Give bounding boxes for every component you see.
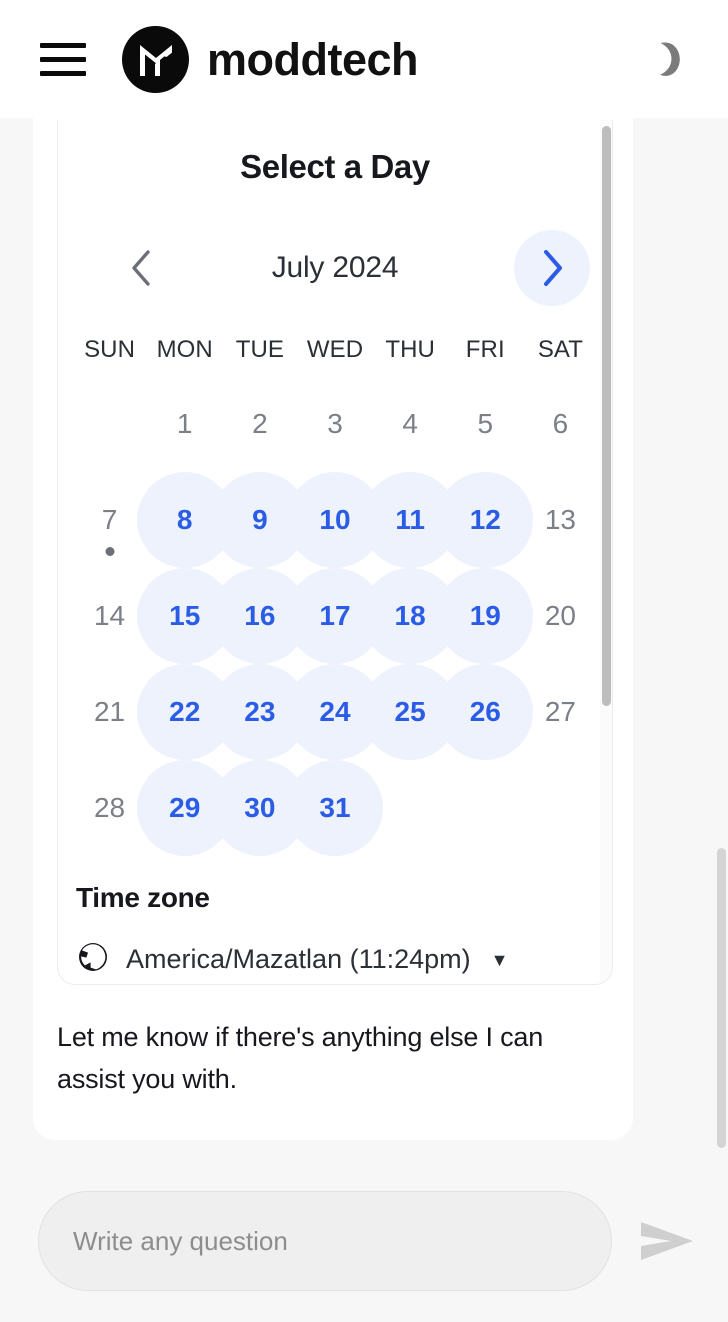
moddtech-logo-icon (122, 25, 189, 93)
caret-down-icon[interactable]: ▼ (491, 951, 509, 969)
calendar-day-number: 21 (93, 696, 126, 727)
timezone-selector[interactable]: America/Mazatlan (11:24pm) ▼ (76, 940, 594, 979)
calendar-day-number: 17 (319, 600, 351, 631)
moon-icon[interactable] (644, 34, 694, 84)
calendar-day-disabled: 1 (147, 376, 222, 472)
calendar-day-grid[interactable]: 1 2 3 4 5 6 7 8 9 10 11 12 13 14 15 16 17 18 19 20 21 22 23 24 2… (58, 376, 612, 856)
calendar-day-number: 6 (552, 408, 569, 439)
weekday-label: SAT (537, 336, 584, 363)
calendar-day-number: 19 (469, 600, 501, 631)
timezone-heading: Time zone (76, 882, 210, 913)
composer-bar (0, 1160, 728, 1322)
page-scrollbar-thumb[interactable] (717, 848, 726, 1148)
calendar-day-disabled: 2 (222, 376, 297, 472)
calendar-day-number: 31 (319, 792, 351, 823)
calendar-day-number: 14 (93, 600, 126, 631)
chat-scroll-area[interactable]: Select a Day July 2024 SUN MON TUE WED THU FR… (0, 118, 728, 1160)
calendar-day-number: 2 (252, 408, 268, 439)
next-month-button[interactable] (514, 230, 590, 306)
calendar-week-row: 21 22 23 24 25 26 27 (72, 664, 598, 760)
calendar-day-number: 16 (244, 600, 276, 631)
assistant-message-text: Let me know if there's anything else I c… (57, 1022, 544, 1094)
brand-name: moddtech (207, 33, 419, 85)
calendar-day-disabled: 13 (523, 472, 598, 568)
hamburger-menu-icon[interactable] (40, 40, 86, 78)
calendar-day-available[interactable]: 31 (286, 760, 383, 856)
send-icon[interactable] (636, 1210, 698, 1272)
calendar-day-number: 28 (93, 792, 126, 823)
calendar-day-number: 11 (395, 504, 425, 535)
calendar-day-disabled: 4 (373, 376, 448, 472)
calendar-week-row: 1 2 3 4 5 6 (72, 376, 598, 472)
calendar-day-number: 27 (544, 696, 576, 727)
hamburger-bar (40, 56, 86, 62)
calendar-day-number: 23 (244, 696, 276, 727)
calendar-day-number: 10 (319, 504, 351, 535)
calendar-day-available[interactable]: 19 (437, 568, 534, 664)
month-navigation: July 2024 (58, 230, 612, 306)
calendar-day-number: 24 (319, 696, 351, 727)
calendar-day-number: 4 (402, 408, 418, 439)
calendar-day-disabled: 6 (523, 376, 598, 472)
calendar-day-number: 5 (477, 408, 494, 439)
calendar-day-number: 12 (469, 504, 501, 535)
weekday-label: TUE (235, 336, 284, 363)
hamburger-bar (40, 70, 86, 76)
calendar-day-number: 9 (252, 504, 268, 535)
calendar-day-number: 13 (544, 504, 576, 535)
calendar-day-number: 30 (244, 792, 276, 823)
calendar-day-number: 26 (469, 696, 501, 727)
calendar-day-number: 1 (176, 408, 193, 439)
app-header: moddtech (0, 0, 728, 118)
calendar-day-disabled: 5 (448, 376, 523, 472)
calendar-day-number: 3 (327, 408, 343, 439)
calendar-week-row: 7 8 9 10 11 12 13 (72, 472, 598, 568)
calendar-day-number: 15 (169, 600, 201, 631)
prev-month-button[interactable] (104, 230, 180, 306)
weekday-label: MON (156, 336, 213, 363)
calendar-day-number: 18 (394, 600, 426, 631)
calendar-day-number: 25 (394, 696, 426, 727)
calendar-scrollbar[interactable] (600, 120, 612, 984)
globe-icon (76, 940, 110, 979)
calendar-day-available[interactable]: 26 (437, 664, 534, 760)
message-input[interactable] (38, 1191, 612, 1291)
calendar-week-row: 28 29 30 31 (72, 760, 598, 856)
timezone-block: Time zone America/Mazatlan (11:24pm) ▼ (58, 882, 612, 979)
calendar-day-available[interactable]: 12 (437, 472, 534, 568)
page-scrollbar[interactable] (714, 118, 728, 1160)
calendar-week-row: 14 15 16 17 18 19 20 (72, 568, 598, 664)
weekday-label: THU (385, 336, 435, 363)
timezone-value: America/Mazatlan (11:24pm) (126, 944, 471, 974)
weekday-label: FRI (465, 336, 505, 363)
brand-group[interactable]: moddtech (122, 25, 644, 93)
calendar-day-number: 8 (176, 504, 193, 535)
calendar-day-number: 20 (544, 600, 576, 631)
today-indicator-dot (105, 547, 115, 556)
scheduling-calendar-widget[interactable]: Select a Day July 2024 SUN MON TUE WED THU FR… (57, 120, 613, 985)
calendar-day-disabled: 20 (523, 568, 598, 664)
weekday-label: WED (306, 336, 364, 363)
calendar-day-number: 29 (169, 792, 201, 823)
calendar-title: Select a Day (240, 148, 430, 185)
calendar-day-number: 22 (169, 696, 201, 727)
month-label: July 2024 (271, 251, 399, 284)
calendar-day-number: 7 (101, 504, 118, 535)
calendar-day-disabled: 27 (523, 664, 598, 760)
calendar-day-disabled: 3 (297, 376, 372, 472)
weekday-label: SUN (84, 336, 136, 363)
hamburger-bar (40, 42, 86, 48)
weekday-header-row: SUN MON TUE WED THU FRI SAT (58, 336, 612, 364)
calendar-scrollbar-thumb[interactable] (602, 126, 611, 706)
assistant-message-card: Select a Day July 2024 SUN MON TUE WED THU FR… (33, 118, 633, 1140)
